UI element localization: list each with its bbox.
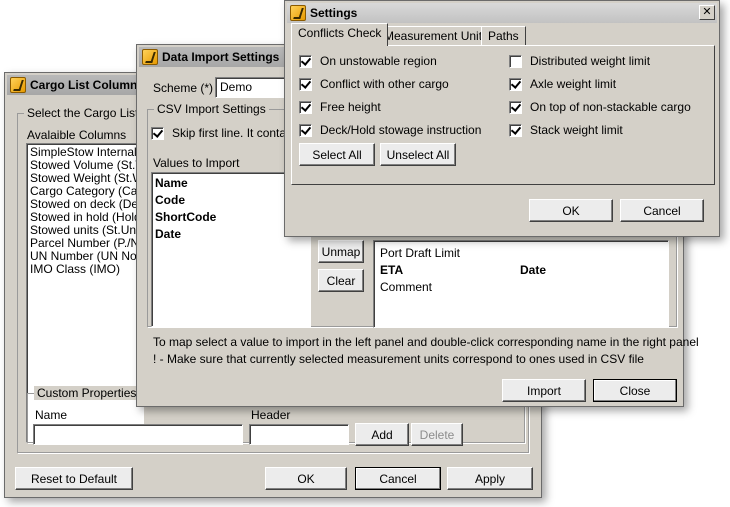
add-property-button[interactable]: Add xyxy=(355,423,409,446)
apply-button[interactable]: Apply xyxy=(447,467,533,490)
checkbox-label: On unstowable region xyxy=(320,54,437,68)
ok-button[interactable]: OK xyxy=(265,467,347,490)
simplestow-app-icon xyxy=(142,49,158,65)
table-row[interactable]: Port Draft Limit xyxy=(380,245,662,262)
checkbox-label: Free height xyxy=(320,100,381,114)
table-row[interactable]: Comment xyxy=(380,279,662,296)
available-columns-label: Avalaible Columns xyxy=(27,128,127,142)
header-label: Header xyxy=(251,408,291,422)
checkbox-box[interactable] xyxy=(509,100,522,114)
unmap-button[interactable]: Unmap xyxy=(318,240,364,263)
conflict-checkbox[interactable]: On unstowable region xyxy=(299,54,437,68)
import-button[interactable]: Import xyxy=(502,379,586,402)
mapping-name: ETA xyxy=(380,263,404,277)
checkbox-label: On top of non-stackable cargo xyxy=(530,100,691,114)
skip-first-line-checkbox[interactable]: Skip first line. It contains xyxy=(151,126,301,140)
mapping-value: Date xyxy=(520,263,547,277)
cancel-button[interactable]: Cancel xyxy=(620,199,704,222)
mapping-name: Comment xyxy=(380,280,433,294)
settings-titlebar[interactable]: Settings ✕ xyxy=(287,3,717,23)
skip-first-line-label: Skip first line. It contains xyxy=(172,126,302,140)
conflict-checkbox[interactable]: Conflict with other cargo xyxy=(299,77,449,91)
scheme-select[interactable]: Demo xyxy=(215,77,285,98)
unselect-all-button[interactable]: Unselect All xyxy=(380,143,456,166)
checkbox-box[interactable] xyxy=(509,77,522,91)
checkbox-label: Deck/Hold stowage instruction xyxy=(320,123,482,137)
checkbox-label: Distributed weight limit xyxy=(530,54,651,68)
values-to-import-label: Values to Import xyxy=(153,156,240,170)
cancel-button[interactable]: Cancel xyxy=(355,467,441,490)
conflict-checkbox[interactable]: Distributed weight limit xyxy=(509,54,650,68)
mapping-hint: To map select a value to import in the l… xyxy=(153,335,699,349)
select-all-button[interactable]: Select All xyxy=(299,143,375,166)
list-item[interactable]: IMO Class (IMO) xyxy=(30,263,140,276)
simplestow-app-icon xyxy=(290,5,306,21)
close-icon[interactable]: ✕ xyxy=(699,5,715,20)
csv-import-settings-label: CSV Import Settings xyxy=(154,102,269,116)
checkbox-box[interactable] xyxy=(299,77,312,91)
checkbox-label: Conflict with other cargo xyxy=(320,77,449,91)
skip-first-line-box[interactable] xyxy=(151,126,164,140)
checkbox-box[interactable] xyxy=(299,54,312,68)
checkbox-box[interactable] xyxy=(509,123,522,137)
custom-properties-group-label: Custom Properties xyxy=(34,386,140,400)
tab-measurement-units[interactable]: Measurement Units xyxy=(377,26,496,46)
window-title: Cargo List Columns xyxy=(30,78,145,92)
tab-paths[interactable]: Paths xyxy=(481,26,526,46)
close-button[interactable]: Close xyxy=(593,379,677,402)
name-label: Name xyxy=(35,408,68,422)
mapping-list[interactable]: Port Draft Limit ETA Date Comment xyxy=(373,240,669,328)
conflict-checkbox[interactable]: Axle weight limit xyxy=(509,77,616,91)
ok-button[interactable]: OK xyxy=(529,199,613,222)
window-title: Data Import Settings xyxy=(162,50,280,64)
conflict-checkbox[interactable]: Free height xyxy=(299,100,381,114)
tab-conflicts-check[interactable]: Conflicts Check xyxy=(291,23,389,46)
settings-window: Settings ✕ Conflicts Check Measurement U… xyxy=(284,0,720,237)
window-title: Settings xyxy=(310,6,358,20)
table-row[interactable]: ETA Date xyxy=(380,262,662,279)
checkbox-box[interactable] xyxy=(299,123,312,137)
clear-button[interactable]: Clear xyxy=(318,269,364,292)
checkbox-label: Axle weight limit xyxy=(530,77,617,91)
custom-header-input[interactable] xyxy=(249,424,349,445)
conflict-checkbox[interactable]: Deck/Hold stowage instruction xyxy=(299,123,481,137)
conflict-checkbox[interactable]: Stack weight limit xyxy=(509,123,623,137)
conflict-checkbox[interactable]: On top of non-stackable cargo xyxy=(509,100,691,114)
simplestow-app-icon xyxy=(10,77,26,93)
scheme-label: Scheme (*) xyxy=(153,81,214,95)
checkbox-box[interactable] xyxy=(299,100,312,114)
reset-to-default-button[interactable]: Reset to Default xyxy=(15,467,133,490)
checkbox-box[interactable] xyxy=(509,54,522,68)
delete-property-button[interactable]: Delete xyxy=(411,423,463,446)
mapping-name: Port Draft Limit xyxy=(380,246,461,260)
custom-name-input[interactable] xyxy=(33,424,243,445)
units-warning: ! - Make sure that currently selected me… xyxy=(153,352,644,366)
checkbox-label: Stack weight limit xyxy=(530,123,623,137)
